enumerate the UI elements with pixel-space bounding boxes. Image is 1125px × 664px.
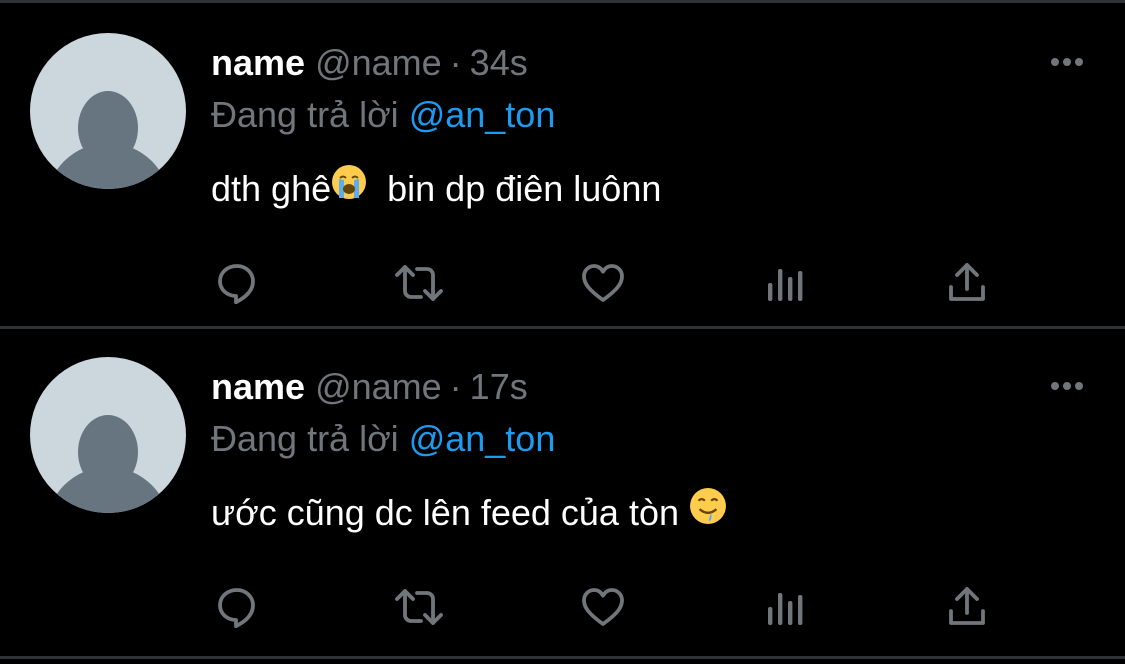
tweet-actions (0, 255, 1125, 311)
user-handle[interactable]: @name (315, 42, 442, 83)
loudly-crying-face-icon (331, 164, 367, 211)
share-icon[interactable] (939, 255, 995, 311)
separator-dot: · (449, 42, 462, 83)
mention-link[interactable]: @an_ton (409, 418, 556, 459)
avatar[interactable] (30, 357, 186, 513)
like-icon[interactable] (575, 579, 631, 635)
tweet-header: name @name · 17s (211, 365, 528, 409)
mention-link[interactable]: @an_ton (409, 94, 556, 135)
more-options-icon[interactable] (1047, 47, 1087, 77)
analytics-icon[interactable] (758, 579, 814, 635)
replying-to: Đang trả lời @an_ton (211, 417, 555, 461)
tweet-text-part: dth ghê (211, 168, 332, 209)
separator-dot: · (449, 366, 462, 407)
retweet-icon[interactable] (391, 255, 447, 311)
drooling-face-icon (689, 487, 727, 536)
tweet-2[interactable]: name @name · 17s Đang trả lời @an_ton ước … (0, 327, 1125, 647)
tweet-actions (0, 579, 1125, 635)
like-icon[interactable] (575, 255, 631, 311)
replying-to-label: Đang trả lời (211, 94, 409, 135)
retweet-icon[interactable] (391, 579, 447, 635)
replying-to-label: Đang trả lời (211, 418, 409, 459)
display-name[interactable]: name (211, 42, 305, 83)
more-options-icon[interactable] (1047, 371, 1087, 401)
avatar[interactable] (30, 33, 186, 189)
tweet-text-part: ước cũng dc lên feed của tòn (211, 492, 690, 533)
share-icon[interactable] (939, 579, 995, 635)
timestamp[interactable]: 34s (470, 42, 528, 83)
tweet-1[interactable]: name @name · 34s Đang trả lời @an_ton dth … (0, 3, 1125, 323)
display-name[interactable]: name (211, 366, 305, 407)
tweet-header: name @name · 34s (211, 41, 528, 85)
tweet-text-part: bin dp điên luônn (367, 168, 662, 209)
user-handle[interactable]: @name (315, 366, 442, 407)
tweet-text: ước cũng dc lên feed của tòn (211, 487, 727, 536)
reply-icon[interactable] (209, 255, 265, 311)
reply-icon[interactable] (209, 579, 265, 635)
analytics-icon[interactable] (758, 255, 814, 311)
bottom-divider (0, 656, 1125, 659)
replying-to: Đang trả lời @an_ton (211, 93, 555, 137)
tweet-text: dth ghê bin dp điên luônn (211, 164, 662, 212)
timestamp[interactable]: 17s (470, 366, 528, 407)
